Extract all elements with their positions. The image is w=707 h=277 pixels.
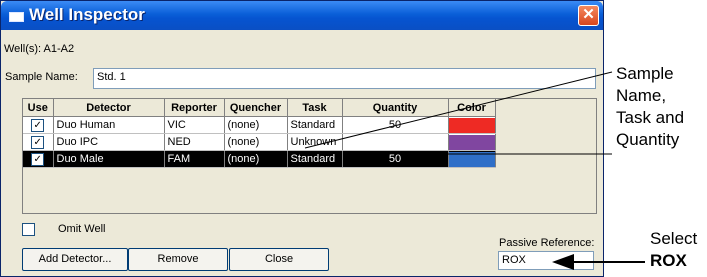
col-task[interactable]: Task <box>287 99 343 117</box>
reporter-cell: VIC <box>164 116 225 134</box>
quantity-cell[interactable]: 50 <box>342 116 449 134</box>
detector-table: Use Detector Reporter Quencher Task Quan… <box>22 98 597 214</box>
table-row[interactable]: ✓ Duo Human VIC (none) Standard 50 <box>23 116 496 134</box>
callout-sample-task: Sample Name, Task and Quantity <box>616 64 685 149</box>
close-button[interactable]: Close <box>229 248 329 271</box>
col-detector[interactable]: Detector <box>53 99 165 117</box>
quencher-cell: (none) <box>224 150 288 168</box>
passive-reference-label: Passive Reference: <box>499 237 595 249</box>
color-swatch <box>448 151 495 167</box>
quantity-cell[interactable] <box>342 133 449 151</box>
add-detector-button[interactable]: Add Detector... <box>22 248 128 271</box>
table-row[interactable]: ✓ Duo IPC NED (none) Unknown <box>23 133 496 151</box>
omit-well-label: Omit Well <box>58 223 106 235</box>
quantity-cell[interactable]: 50 <box>342 150 449 168</box>
table-row-selected[interactable]: ✓ Duo Male FAM (none) Standard 50 <box>23 150 496 168</box>
color-swatch <box>448 134 495 150</box>
use-checkbox[interactable]: ✓ <box>31 135 45 149</box>
col-quencher[interactable]: Quencher <box>224 99 288 117</box>
task-cell[interactable]: Standard <box>287 150 343 168</box>
window-title: Well Inspector <box>29 5 145 24</box>
close-icon[interactable]: ✕ <box>578 5 599 26</box>
task-cell[interactable]: Unknown <box>287 133 343 151</box>
wells-label: Well(s): A1-A2 <box>4 43 75 55</box>
color-cell <box>448 133 496 151</box>
title-bar[interactable]: Well Inspector ✕ <box>1 1 603 30</box>
omit-well-checkbox[interactable] <box>22 223 35 236</box>
use-checkbox[interactable]: ✓ <box>31 118 45 132</box>
remove-button[interactable]: Remove <box>128 248 228 271</box>
detector-cell[interactable]: Duo Human <box>53 116 165 134</box>
passive-reference-field[interactable]: ROX <box>498 251 594 270</box>
reporter-cell: NED <box>164 133 225 151</box>
reporter-cell: FAM <box>164 150 225 168</box>
sample-name-label: Sample Name: <box>5 71 78 83</box>
col-use[interactable]: Use <box>23 99 54 117</box>
detector-cell[interactable]: Duo IPC <box>53 133 165 151</box>
col-reporter[interactable]: Reporter <box>164 99 225 117</box>
use-checkbox[interactable]: ✓ <box>31 152 45 166</box>
quencher-cell: (none) <box>224 116 288 134</box>
window-icon <box>9 12 24 22</box>
col-quantity[interactable]: Quantity <box>342 99 449 117</box>
task-cell[interactable]: Standard <box>287 116 343 134</box>
sample-name-field[interactable]: Std. 1 <box>93 68 596 89</box>
well-inspector-window: Well Inspector ✕ Well(s): A1-A2 Sample N… <box>0 0 604 277</box>
col-color[interactable]: Color <box>448 99 496 117</box>
color-cell <box>448 150 496 168</box>
detector-cell[interactable]: Duo Male <box>53 150 165 168</box>
color-cell <box>448 116 496 134</box>
quencher-cell: (none) <box>224 133 288 151</box>
table-header: Use Detector Reporter Quencher Task Quan… <box>23 99 496 117</box>
callout-select-rox: Select ROX <box>650 229 698 270</box>
color-swatch <box>448 117 495 133</box>
